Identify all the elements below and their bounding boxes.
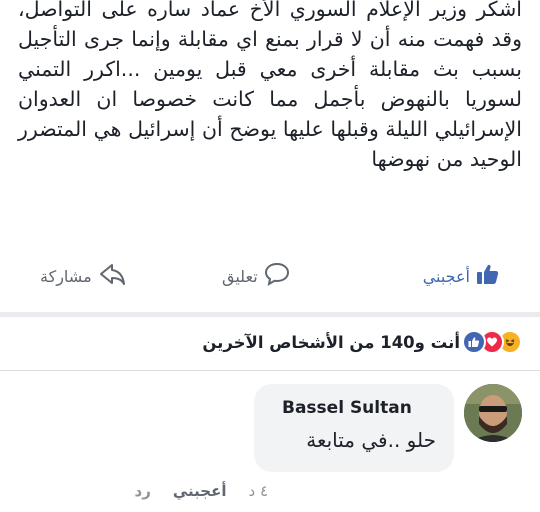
comment-reply-link[interactable]: رد	[135, 482, 151, 500]
comment-text: حلو ..في متابعة	[306, 428, 436, 452]
comment-bubble: Bassel Sultan حلو ..في متابعة	[254, 384, 454, 472]
share-button[interactable]: مشاركة	[40, 262, 126, 290]
share-label: مشاركة	[40, 266, 92, 286]
like-button[interactable]: أعجبني	[423, 262, 500, 290]
thumbs-up-icon	[476, 262, 500, 290]
comment-meta: ٤ د أعجبني رد	[135, 482, 268, 500]
avatar[interactable]	[464, 384, 522, 442]
comment-time: ٤ د	[248, 482, 268, 500]
like-label: أعجبني	[422, 266, 470, 286]
section-divider	[0, 312, 540, 317]
comment-label: تعليق	[222, 266, 258, 286]
post-text: اشكر وزير الإعلام السوري الأخ عماد ساره …	[18, 0, 522, 171]
comment-author[interactable]: Bassel Sultan	[282, 398, 412, 418]
comments-divider	[0, 370, 540, 371]
comment-like-link[interactable]: أعجبني	[173, 482, 227, 500]
comment-button[interactable]: تعليق	[222, 262, 290, 290]
post-action-bar: أعجبني تعليق مشاركة	[0, 250, 540, 306]
speech-bubble-icon	[264, 262, 290, 290]
reaction-icons	[462, 330, 522, 354]
reaction-summary[interactable]: أنت و140 من الأشخاص الآخرين	[202, 330, 522, 354]
like-icon	[462, 330, 486, 354]
share-arrow-icon	[98, 262, 126, 290]
reaction-count-text: أنت و140 من الأشخاص الآخرين	[202, 332, 460, 352]
